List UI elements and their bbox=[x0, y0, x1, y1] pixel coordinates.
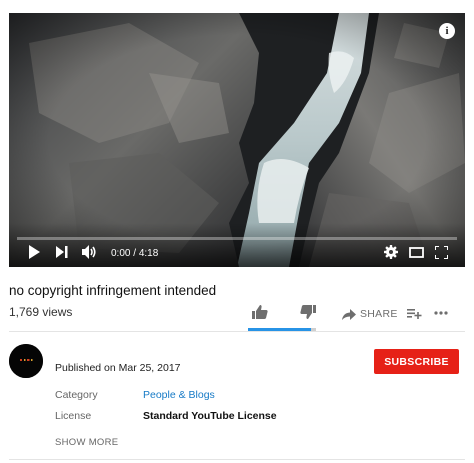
play-icon bbox=[29, 245, 40, 259]
share-arrow-icon bbox=[342, 308, 356, 320]
dislike-button[interactable] bbox=[300, 305, 316, 319]
theater-mode-button[interactable] bbox=[407, 244, 425, 260]
add-to-playlist-button[interactable] bbox=[407, 308, 422, 319]
settings-button[interactable] bbox=[382, 244, 400, 260]
video-title: no copyright infringement intended bbox=[9, 283, 217, 298]
duration: 4:18 bbox=[138, 248, 159, 259]
time-separator: / bbox=[130, 248, 139, 259]
category-link[interactable]: People & Blogs bbox=[143, 389, 215, 401]
share-button[interactable]: SHARE bbox=[342, 308, 398, 320]
gear-icon bbox=[384, 245, 398, 259]
progress-bar[interactable] bbox=[17, 237, 457, 240]
subscribe-button[interactable]: SUBSCRIBE bbox=[374, 349, 459, 374]
next-button[interactable] bbox=[53, 244, 71, 260]
divider bbox=[9, 459, 465, 460]
channel-avatar[interactable] bbox=[9, 344, 43, 378]
more-dots-icon bbox=[434, 311, 448, 315]
volume-button[interactable] bbox=[79, 244, 101, 260]
play-button[interactable] bbox=[25, 244, 43, 260]
category-label: Category bbox=[55, 389, 98, 401]
add-to-playlist-icon bbox=[407, 309, 422, 319]
thumbs-up-icon bbox=[252, 305, 268, 319]
thumbs-down-icon bbox=[300, 305, 316, 319]
fullscreen-button[interactable] bbox=[432, 244, 450, 260]
fullscreen-icon bbox=[434, 245, 448, 259]
theater-mode-icon bbox=[408, 246, 424, 258]
next-icon bbox=[56, 246, 68, 258]
show-more-button[interactable]: SHOW MORE bbox=[55, 437, 118, 448]
video-player[interactable]: i 0:00 / 4:18 bbox=[9, 13, 465, 267]
current-time: 0:00 bbox=[111, 248, 131, 259]
info-icon[interactable]: i bbox=[439, 23, 455, 39]
more-actions-button[interactable] bbox=[434, 311, 448, 315]
divider bbox=[9, 331, 465, 332]
license-label: License bbox=[55, 410, 92, 422]
view-count: 1,769 views bbox=[9, 305, 73, 319]
publish-date: Published on Mar 25, 2017 bbox=[55, 362, 181, 374]
time-display: 0:00 / 4:18 bbox=[111, 248, 158, 259]
license-value: Standard YouTube License bbox=[143, 410, 277, 422]
share-label: SHARE bbox=[360, 308, 398, 320]
avatar-image bbox=[9, 344, 43, 378]
info-glyph: i bbox=[445, 25, 449, 37]
volume-icon bbox=[82, 245, 96, 259]
like-button[interactable] bbox=[252, 305, 268, 319]
